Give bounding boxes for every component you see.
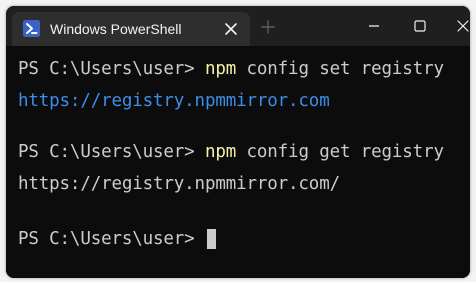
maximize-icon[interactable] <box>412 18 428 34</box>
prompt: PS C:\Users\user> <box>18 142 205 162</box>
tab-title: Windows PowerShell <box>50 21 182 37</box>
command-args: config set registry <box>236 59 444 79</box>
registry-url-link[interactable]: https://registry.npmmirror.com <box>18 91 330 111</box>
command-output: https://registry.npmmirror.com/ <box>18 174 340 194</box>
prompt: PS C:\Users\user> <box>18 229 205 249</box>
terminal-line: PS C:\Users\user> npm config get registr… <box>18 142 444 162</box>
tab-windows-powershell[interactable]: Windows PowerShell <box>12 12 250 46</box>
powershell-icon <box>23 20 40 37</box>
title-bar[interactable]: Windows PowerShell <box>6 6 470 46</box>
terminal-output[interactable]: PS C:\Users\user> npm config set registr… <box>6 46 470 278</box>
terminal-line: PS C:\Users\user> <box>18 229 216 249</box>
command-args: config get registry <box>236 142 444 162</box>
terminal-line: https://registry.npmmirror.com <box>18 91 330 111</box>
terminal-window: Windows PowerShell PS C:\Users\user> npm… <box>6 6 470 278</box>
prompt: PS C:\Users\user> <box>18 59 205 79</box>
minimize-icon[interactable] <box>366 18 382 34</box>
terminal-line: https://registry.npmmirror.com/ <box>18 174 340 194</box>
close-icon[interactable] <box>455 18 470 34</box>
command-name: npm <box>204 142 237 162</box>
command-name: npm <box>204 59 237 79</box>
terminal-line: PS C:\Users\user> npm config set registr… <box>18 59 444 79</box>
plus-icon[interactable] <box>261 20 275 34</box>
close-tab-icon[interactable] <box>224 22 238 36</box>
text-cursor <box>206 229 216 249</box>
